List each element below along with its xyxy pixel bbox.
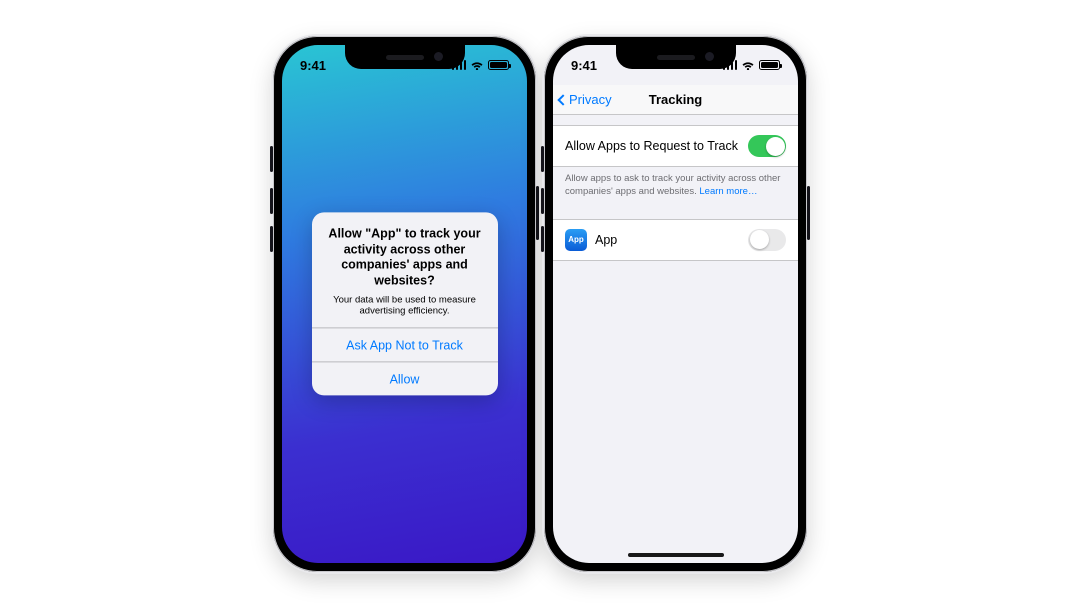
screen-tracking-settings: 9:41 Privacy Tracking Allow Apps to Requ… xyxy=(553,45,798,563)
allow-button[interactable]: Allow xyxy=(312,362,498,396)
alert-title: Allow "App" to track your activity acros… xyxy=(324,226,486,289)
tracking-permission-alert: Allow "App" to track your activity acros… xyxy=(312,212,498,395)
iphone-right: 9:41 Privacy Tracking Allow Apps to Requ… xyxy=(544,36,807,572)
battery-icon xyxy=(759,60,780,70)
settings-content: Allow Apps to Request to Track Allow app… xyxy=(553,115,798,563)
allow-request-label: Allow Apps to Request to Track xyxy=(565,139,738,153)
alert-message: Your data will be used to measure advert… xyxy=(324,294,486,318)
ask-not-to-track-button[interactable]: Ask App Not to Track xyxy=(312,328,498,362)
status-time: 9:41 xyxy=(571,58,597,73)
screen-tracking-prompt: 9:41 Allow "App" to track your activity … xyxy=(282,45,527,563)
app-tracking-toggle[interactable] xyxy=(748,229,786,251)
nav-bar: Privacy Tracking xyxy=(553,85,798,115)
chevron-left-icon xyxy=(557,94,568,105)
iphone-left: 9:41 Allow "App" to track your activity … xyxy=(273,36,536,572)
back-button[interactable]: Privacy xyxy=(559,92,612,107)
tracking-footer: Allow apps to ask to track your activity… xyxy=(553,167,798,211)
allow-request-toggle[interactable] xyxy=(748,135,786,157)
app-name: App xyxy=(595,233,617,247)
nav-title: Tracking xyxy=(649,92,702,107)
app-icon: App xyxy=(565,229,587,251)
notch xyxy=(616,45,736,69)
notch xyxy=(345,45,465,69)
wifi-icon xyxy=(470,60,484,70)
status-time: 9:41 xyxy=(300,58,326,73)
learn-more-link[interactable]: Learn more… xyxy=(699,186,757,197)
wifi-icon xyxy=(741,60,755,70)
allow-request-row: Allow Apps to Request to Track xyxy=(553,125,798,167)
battery-icon xyxy=(488,60,509,70)
back-label: Privacy xyxy=(569,92,612,107)
app-tracking-row: App App xyxy=(553,219,798,261)
home-indicator[interactable] xyxy=(628,553,724,557)
